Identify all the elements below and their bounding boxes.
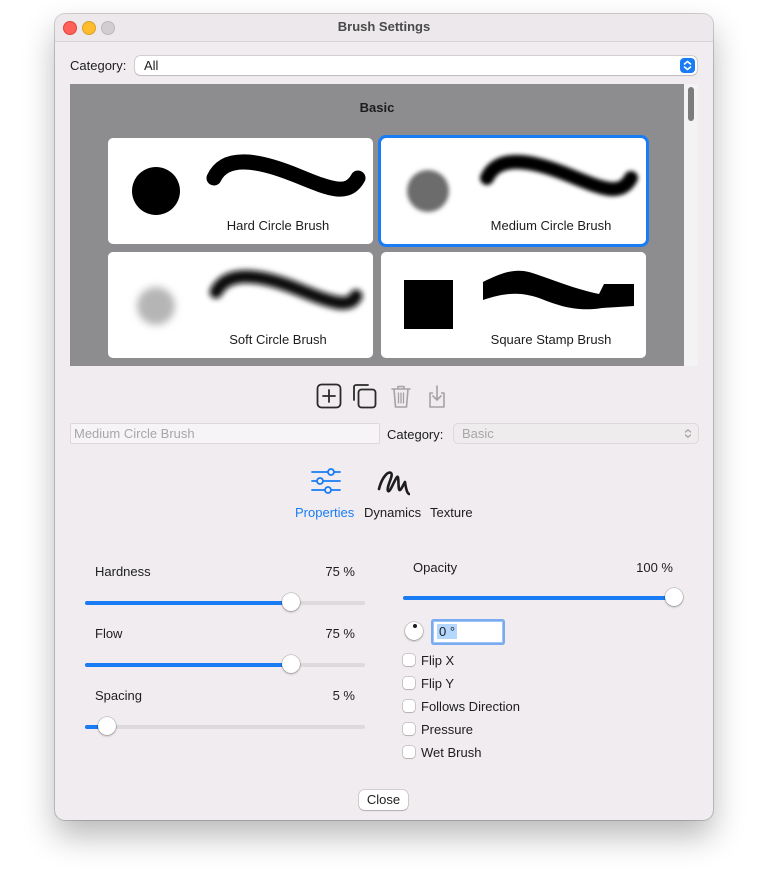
tab-label: Texture (430, 505, 473, 520)
slider-knob[interactable] (281, 593, 300, 611)
checkbox-label: Wet Brush (421, 745, 482, 760)
tab-properties[interactable]: Properties (295, 459, 357, 521)
brush-name: Square Stamp Brush (490, 332, 612, 347)
brush-section-title: Basic (359, 100, 395, 115)
category-filter-select[interactable]: All (135, 56, 697, 75)
angle-dial[interactable] (405, 622, 423, 640)
scrollbar-thumb[interactable] (688, 87, 694, 121)
delete-brush-icon (387, 382, 415, 410)
popup-arrows-icon (681, 426, 695, 441)
squiggle-icon (377, 471, 410, 496)
spacing-label: Spacing (95, 688, 142, 703)
spacing-slider[interactable] (85, 717, 365, 737)
title-bar[interactable]: Brush Settings (55, 14, 713, 42)
brush-category-value: Basic (462, 426, 494, 441)
brush-category-label: Category: (387, 427, 444, 442)
tab-label: Dynamics (364, 505, 422, 520)
brush-grid: Basic Hard Circle Brush Medium Circle Br… (70, 84, 698, 366)
brush-name-field[interactable]: Medium Circle Brush (70, 423, 380, 444)
opacity-value: 100 % (636, 560, 673, 575)
hardness-value: 75 % (325, 564, 355, 579)
checkbox-label: Flip Y (421, 676, 454, 691)
brush-settings-window: Brush Settings Category: All Basic Hard … (55, 14, 713, 820)
brush-name: Soft Circle Brush (229, 332, 327, 347)
checkbox-box[interactable] (403, 654, 415, 666)
brush-card-square-stamp[interactable]: Square Stamp Brush (381, 252, 646, 358)
category-filter-value: All (144, 58, 159, 73)
slider-knob[interactable] (665, 588, 683, 606)
checkbox-label: Pressure (421, 722, 474, 737)
brush-grid-scrollbar[interactable] (684, 84, 698, 366)
opacity-slider[interactable] (403, 588, 683, 608)
opacity-label: Opacity (413, 560, 458, 575)
angle-indicator-dot (413, 624, 417, 628)
brush-card-medium-circle[interactable]: Medium Circle Brush (381, 138, 646, 244)
brush-category-select[interactable]: Basic (453, 423, 699, 444)
brush-name: Hard Circle Brush (226, 218, 330, 233)
slider-track (85, 725, 365, 729)
checkbox-box[interactable] (403, 746, 415, 758)
flow-label: Flow (95, 626, 123, 641)
flow-value: 75 % (325, 626, 355, 641)
category-filter-label: Category: (70, 58, 127, 73)
slider-fill (85, 601, 291, 605)
flow-slider[interactable] (85, 655, 365, 675)
window-title: Brush Settings (337, 19, 431, 34)
spacing-value: 5 % (332, 688, 355, 703)
slider-knob[interactable] (281, 655, 300, 673)
close-button[interactable]: Close (359, 790, 408, 810)
brush-name: Medium Circle Brush (490, 218, 612, 233)
slider-fill (85, 663, 291, 667)
checkbox-box[interactable] (403, 677, 415, 689)
angle-input[interactable]: 0 ° (433, 621, 503, 643)
checkbox-label: Flip X (421, 653, 455, 668)
add-brush-icon[interactable] (315, 382, 343, 410)
brush-name-value: Medium Circle Brush (74, 426, 195, 441)
brush-card-soft-circle[interactable]: Soft Circle Brush (108, 252, 373, 358)
hardness-slider[interactable] (85, 593, 365, 613)
checkbox-box[interactable] (403, 723, 415, 735)
checkbox-label: Follows Direction (421, 699, 520, 714)
slider-fill (403, 596, 674, 600)
checkbox-box[interactable] (403, 700, 415, 712)
hardness-label: Hardness (95, 564, 151, 579)
import-brush-icon (423, 382, 451, 410)
brush-card-hard-circle[interactable]: Hard Circle Brush (108, 138, 373, 244)
sliders-icon (311, 468, 341, 494)
duplicate-brush-icon[interactable] (350, 382, 378, 410)
tab-dynamics[interactable]: Dynamics (363, 459, 425, 521)
popup-arrows-icon (680, 58, 695, 73)
tab-label: Properties (295, 505, 355, 520)
slider-knob[interactable] (98, 717, 117, 735)
tab-texture[interactable]: Texture (429, 459, 479, 521)
angle-value: 0 ° (437, 624, 458, 639)
